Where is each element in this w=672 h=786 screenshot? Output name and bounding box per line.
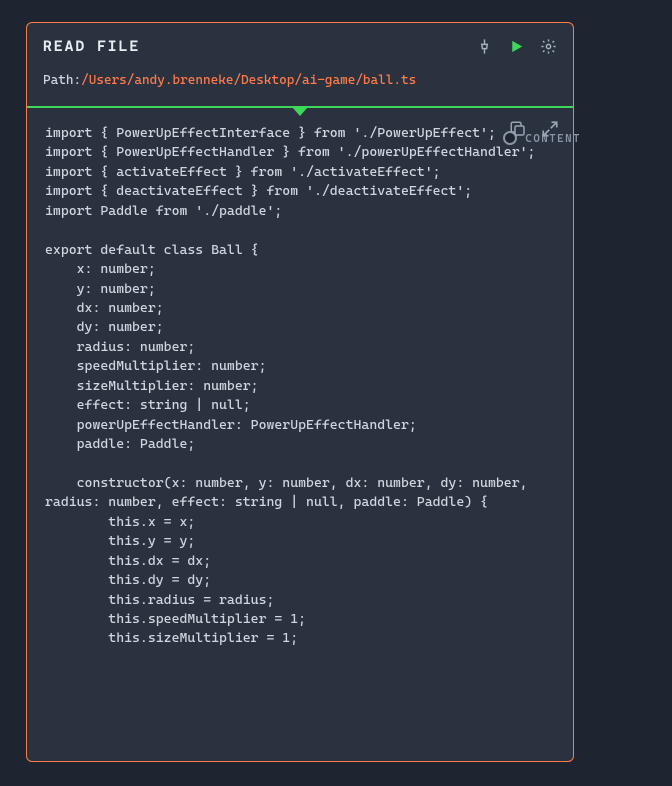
copy-icon[interactable] (509, 120, 527, 138)
play-icon[interactable] (507, 37, 525, 55)
header-actions (475, 37, 557, 55)
gear-icon[interactable] (539, 37, 557, 55)
card-title: READ FILE (43, 37, 475, 55)
path-row: Path:/Users/andy.brenneke/Desktop/ai-gam… (27, 67, 573, 108)
pin-icon[interactable] (475, 37, 493, 55)
code-output-area: import { PowerUpEffectInterface } from '… (27, 108, 573, 761)
code-content: import { PowerUpEffectInterface } from '… (45, 124, 555, 649)
read-file-node: READ FILE Path:/Users/andy.brenneke/Des (26, 22, 574, 762)
code-toolbar (509, 120, 559, 138)
path-label: Path: (43, 73, 81, 88)
card-header: READ FILE (27, 23, 573, 67)
expand-icon[interactable] (541, 120, 559, 138)
code-scroll[interactable]: import { PowerUpEffectInterface } from '… (27, 108, 573, 761)
path-value: /Users/andy.brenneke/Desktop/ai-game/bal… (81, 73, 416, 88)
